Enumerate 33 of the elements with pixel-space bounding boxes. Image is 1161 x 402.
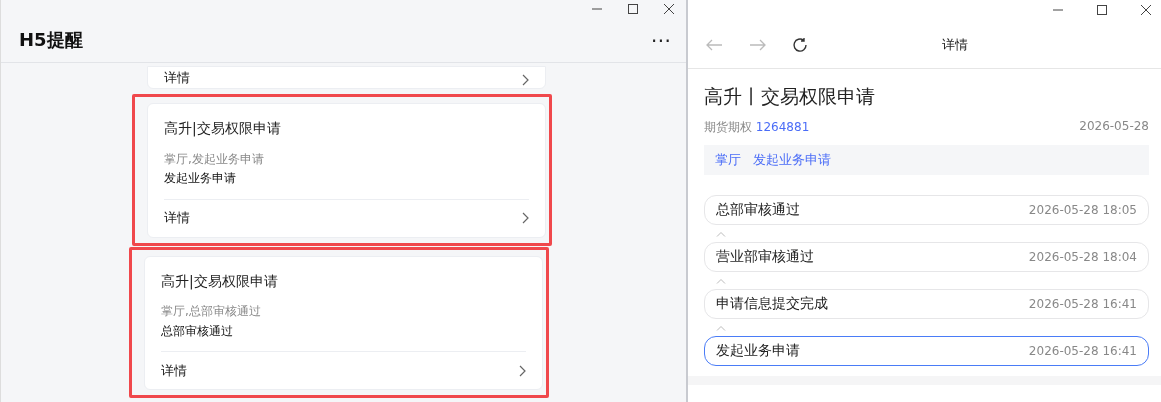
details-link[interactable]: 详情	[164, 210, 190, 226]
close-icon[interactable]	[664, 4, 674, 14]
caret-up-icon	[716, 324, 726, 331]
card-title: 高升|交易权限申请	[164, 119, 282, 137]
card-body: 总部审核通过	[161, 323, 234, 339]
code-link[interactable]: 1264881	[755, 120, 810, 134]
timeline-item[interactable]: 申请信息提交完成 2026-05-28 16:41	[704, 289, 1149, 319]
details-link[interactable]: 详情	[161, 362, 187, 379]
details-link[interactable]: 详情	[164, 70, 190, 86]
detail-title: 高升丨交易权限申请	[704, 84, 876, 109]
category-label: 期货期权	[704, 120, 752, 134]
maximize-icon[interactable]	[1097, 5, 1107, 15]
more-menu[interactable]: ⋯	[651, 28, 672, 52]
window-title: H5提醒	[19, 28, 83, 52]
tag-text: 掌厅	[715, 151, 741, 169]
close-icon[interactable]	[1141, 5, 1151, 15]
tag-text: 发起业务申请	[753, 151, 831, 169]
refresh-icon[interactable]	[792, 36, 808, 53]
card-body: 发起业务申请	[164, 171, 237, 186]
timeline-item[interactable]: 发起业务申请 2026-05-28 16:41	[704, 336, 1149, 366]
page-title: 详情	[942, 35, 968, 54]
maximize-icon[interactable]	[628, 4, 638, 14]
timeline-item[interactable]: 营业部审核通过 2026-05-28 18:04	[704, 242, 1149, 272]
date-text: 2026-05-28	[1079, 119, 1149, 135]
chevron-right-icon	[519, 364, 526, 377]
timeline-item[interactable]: 总部审核通过 2026-05-28 18:05	[704, 195, 1149, 225]
caret-up-icon	[716, 230, 726, 237]
caret-up-icon	[716, 277, 726, 284]
card-source: 掌厅,发起业务申请	[164, 151, 265, 167]
chevron-right-icon	[522, 212, 529, 225]
chevron-right-icon	[522, 74, 529, 86]
card-title: 高升|交易权限申请	[161, 271, 279, 290]
card-source: 掌厅,总部审核通过	[161, 304, 262, 319]
